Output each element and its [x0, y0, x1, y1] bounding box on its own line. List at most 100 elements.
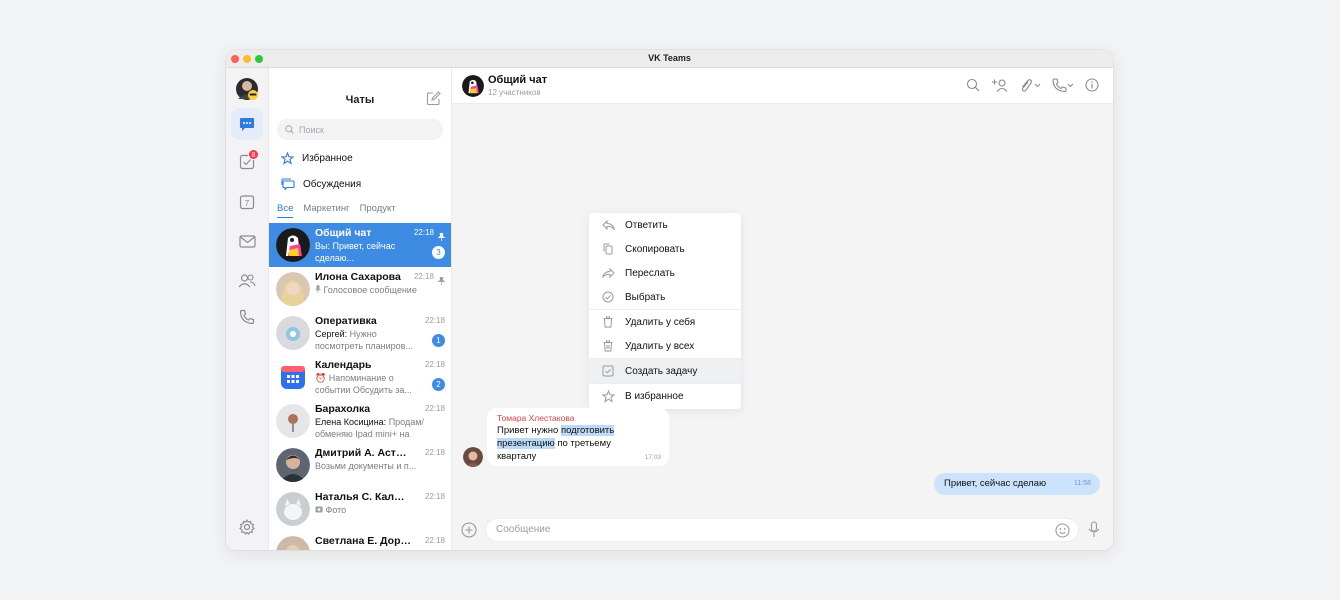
call-button[interactable] — [1052, 78, 1074, 97]
attach-plus-button[interactable] — [461, 522, 477, 543]
emoji-button[interactable] — [1055, 523, 1070, 543]
task-icon — [602, 365, 614, 377]
message-text: Привет нужно подготовить презентацию по … — [497, 425, 615, 462]
chat-time: 22:18 — [424, 448, 445, 457]
nav-contacts[interactable] — [231, 264, 263, 296]
gear-icon — [239, 519, 255, 535]
menu-label: Скопировать — [625, 243, 685, 255]
nav-calendar[interactable]: 7 — [231, 186, 263, 218]
favorites-item[interactable]: Избранное — [281, 150, 353, 166]
chat-list-pane: Чаты Избранное Обсуждения — [269, 68, 452, 550]
chat-time: 22:18 — [424, 492, 445, 501]
sender-avatar[interactable] — [463, 447, 483, 467]
unread-count: 1 — [432, 334, 445, 347]
phone-icon — [239, 309, 255, 325]
chat-item-dmitry[interactable]: Дмитрий А. Астап... 22:18 Возьми докумен… — [269, 443, 451, 487]
menu-label: Удалить у себя — [625, 316, 696, 328]
avatar — [276, 492, 310, 526]
nav-chats[interactable] — [231, 108, 263, 140]
nav-settings[interactable] — [231, 511, 263, 543]
calendar-icon: 7 — [239, 195, 255, 210]
chat-name: Светлана Е. Доро... — [315, 535, 411, 547]
window-title: VK Teams — [648, 53, 691, 63]
message-time: 17:03 — [644, 454, 661, 461]
menu-label: Переслать — [625, 267, 675, 279]
unread-count: 2 — [432, 378, 445, 391]
chat-preview: ⏰ Напоминание о событии Обсудить за... — [315, 373, 412, 395]
search-input[interactable] — [299, 124, 429, 135]
contacts-icon — [238, 273, 256, 287]
menu-reply[interactable]: Ответить — [589, 213, 741, 237]
nav-calls[interactable] — [231, 301, 263, 333]
pin-icon — [437, 228, 446, 246]
nav-tasks[interactable]: 8 — [231, 146, 263, 178]
chat-info-button[interactable] — [1085, 78, 1099, 97]
nav-mail[interactable] — [231, 225, 263, 257]
plus-icon — [461, 522, 477, 538]
chat-time: 22:18 — [424, 316, 445, 325]
chat-preview: Фото — [315, 504, 427, 528]
paperclip-icon — [1021, 79, 1041, 92]
incoming-message[interactable]: Томара Хлестакова Привет нужно подготови… — [487, 408, 669, 466]
avatar — [236, 78, 258, 100]
chat-pane: Общий чат 12 участников Ответить Скопиро… — [452, 68, 1113, 550]
menu-copy[interactable]: Скопировать — [589, 237, 741, 261]
star-icon — [281, 151, 294, 165]
message-text: Привет, сейчас сделаю — [944, 478, 1047, 489]
chat-avatar[interactable] — [462, 75, 484, 97]
chat-item-natalia[interactable]: Наталья С. Калли... 22:18 Фото — [269, 487, 451, 531]
favorites-label: Избранное — [302, 152, 353, 164]
search-box[interactable] — [277, 119, 443, 140]
chat-item-general[interactable]: Общий чат 22:18 Вы: Привет, сейчас сдела… — [269, 223, 451, 267]
chat-item-ilona[interactable]: Илона Сахарова 22:18 Голосовое сообщение — [269, 267, 451, 311]
chat-item-svetlana[interactable]: Светлана Е. Доро... 22:18 — [269, 531, 451, 550]
outgoing-message[interactable]: Привет, сейчас сделаю 11:58 — [934, 473, 1100, 495]
menu-create-task[interactable]: Создать задачу — [589, 359, 741, 383]
chat-item-calendar[interactable]: Календарь 22:18 ⏰ Напоминание о событии … — [269, 355, 451, 399]
title-bar: VK Teams — [226, 50, 1113, 68]
avatar — [276, 536, 310, 550]
add-member-button[interactable] — [991, 78, 1008, 97]
threads-item[interactable]: Обсуждения — [281, 176, 361, 192]
trash-all-icon — [603, 340, 613, 352]
chat-bubble-icon — [240, 117, 254, 131]
composer — [452, 514, 1113, 550]
chat-members-count[interactable]: 12 участников — [488, 88, 541, 97]
svg-text:7: 7 — [245, 199, 250, 208]
avatar — [276, 404, 310, 438]
menu-label: Создать задачу — [625, 365, 698, 377]
menu-delete-all[interactable]: Удалить у всех — [589, 334, 741, 358]
menu-select[interactable]: Выбрать — [589, 285, 741, 309]
chat-name: Барахолка — [315, 403, 371, 415]
header-actions — [966, 78, 1099, 97]
voice-message-button[interactable] — [1088, 521, 1100, 543]
menu-delete-self[interactable]: Удалить у себя — [589, 310, 741, 334]
compose-button[interactable] — [426, 91, 441, 111]
filter-all[interactable]: Все — [277, 203, 294, 218]
menu-label: Выбрать — [625, 291, 666, 303]
menu-label: В избранное — [625, 390, 684, 402]
search-chat-button[interactable] — [966, 78, 980, 97]
chat-name: Илона Сахарова — [315, 271, 401, 283]
chat-preview: Возьми документы и п... — [315, 461, 417, 471]
avatar — [276, 448, 310, 482]
photo-icon — [315, 506, 323, 513]
filter-marketing[interactable]: Маркетинг — [303, 203, 349, 218]
chat-item-operativka[interactable]: Оперативка 22:18 Сергей: Нужно посмотрет… — [269, 311, 451, 355]
message-input[interactable] — [496, 524, 1036, 535]
menu-forward[interactable]: Переслать — [589, 261, 741, 285]
threads-icon — [281, 178, 295, 190]
chat-item-baraholka[interactable]: Барахолка 22:18 Елена Косицина: Продам/о… — [269, 399, 451, 443]
attach-button[interactable] — [1019, 78, 1041, 97]
message-input-box[interactable] — [485, 518, 1079, 542]
menu-add-favorite[interactable]: В избранное — [589, 384, 741, 408]
message-author[interactable]: Томара Хлестакова — [497, 413, 574, 423]
pin-icon — [437, 272, 446, 290]
filter-product[interactable]: Продукт — [360, 203, 396, 218]
compose-icon — [426, 91, 441, 106]
chat-title[interactable]: Общий чат — [488, 74, 547, 86]
trash-icon — [603, 316, 613, 328]
chat-preview: Сергей: Нужно посмотреть планиров... — [315, 329, 413, 351]
profile-avatar[interactable] — [231, 73, 263, 105]
chat-time: 22:18 — [424, 536, 445, 545]
